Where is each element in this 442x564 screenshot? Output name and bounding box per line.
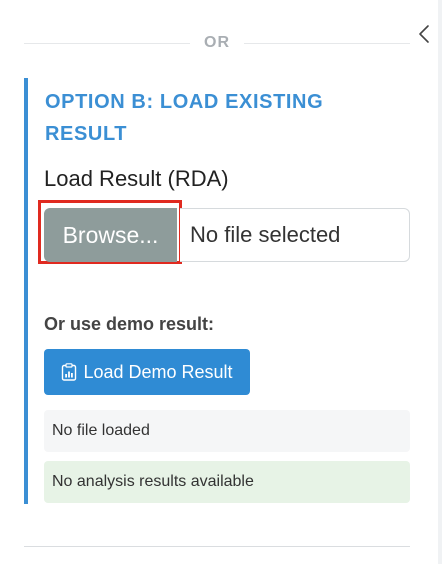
option-b-section: OPTION B: LOAD EXISTING RESULT Load Resu… xyxy=(24,78,414,504)
divider-line-right xyxy=(244,43,410,44)
load-demo-result-button[interactable]: Load Demo Result xyxy=(44,349,250,395)
or-divider: OR xyxy=(24,30,410,58)
browse-button[interactable]: Browse... xyxy=(44,208,177,262)
bottom-divider xyxy=(24,546,410,547)
load-result-label: Load Result (RDA) xyxy=(44,166,229,191)
file-status-message: No file loaded xyxy=(44,410,410,452)
demo-result-label: Or use demo result: xyxy=(44,314,215,334)
clipboard-chart-icon xyxy=(62,363,77,381)
sidebar-panel: OR OPTION B: LOAD EXISTING RESULT Load R… xyxy=(0,0,442,564)
analysis-status-message: No analysis results available xyxy=(44,461,410,503)
collapse-sidebar-button[interactable] xyxy=(412,20,436,48)
panel-edge xyxy=(438,0,442,564)
file-name-field[interactable]: No file selected xyxy=(180,208,410,262)
load-result-file-input: Browse... No file selected xyxy=(38,200,410,264)
load-demo-result-label: Load Demo Result xyxy=(83,361,233,382)
chevron-left-icon xyxy=(419,25,429,43)
section-title: OPTION B: LOAD EXISTING RESULT xyxy=(45,91,324,145)
